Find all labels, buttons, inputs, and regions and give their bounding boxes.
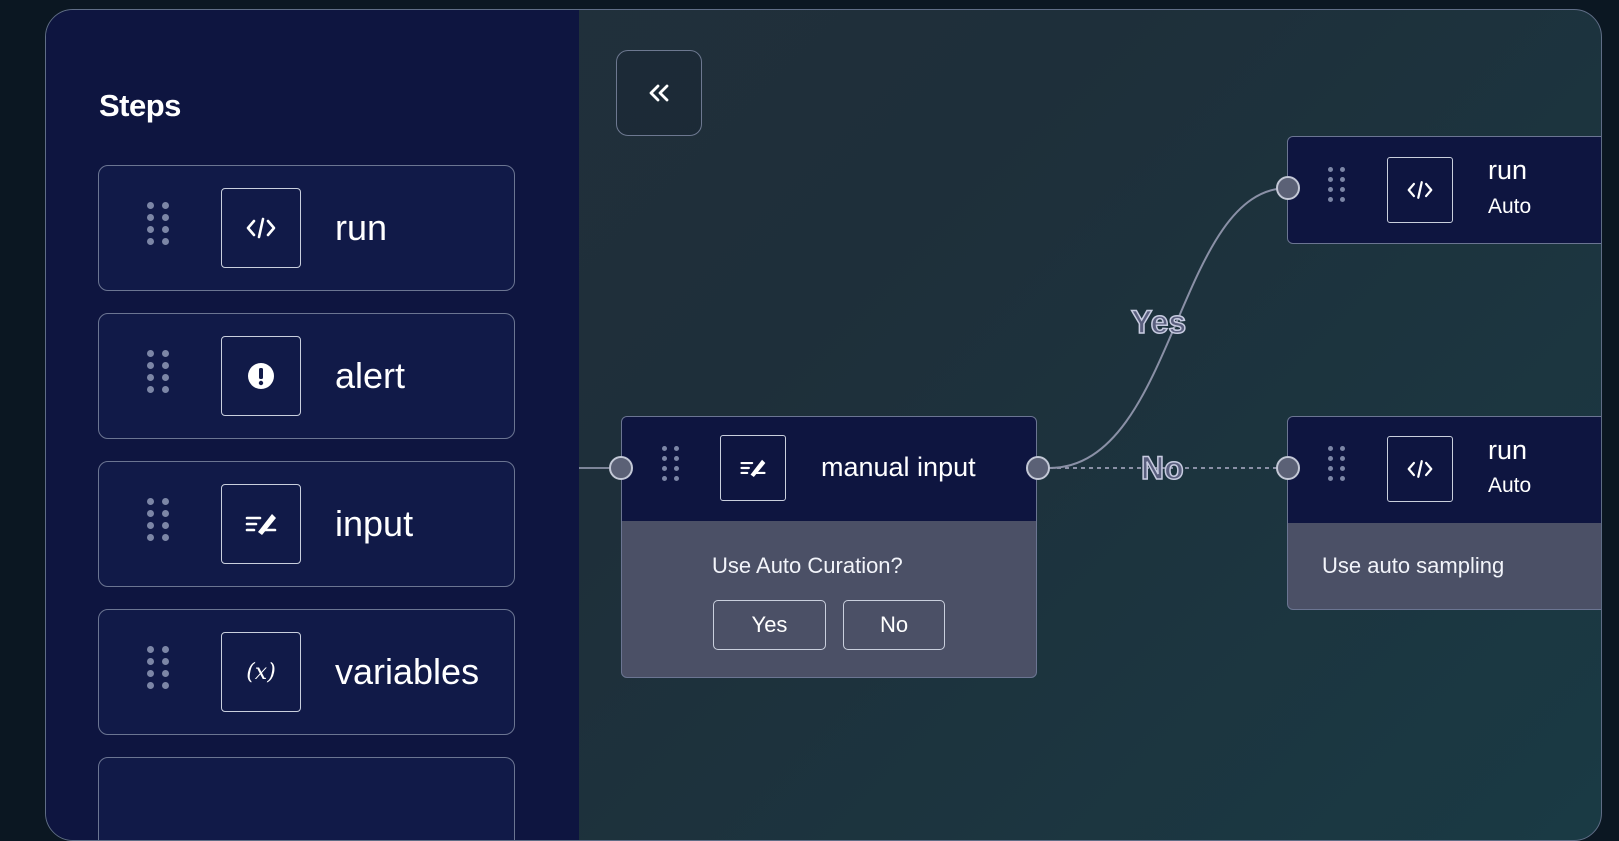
drag-handle-icon[interactable] bbox=[662, 446, 679, 481]
yes-edge-label: Yes bbox=[1130, 303, 1187, 341]
workflow-editor-window: Steps run alert input (x) variables manu… bbox=[45, 9, 1602, 841]
output-port[interactable] bbox=[1026, 456, 1050, 480]
input-port[interactable] bbox=[1276, 456, 1300, 480]
no-button[interactable]: No bbox=[843, 600, 945, 650]
node-title: manual input bbox=[821, 452, 976, 482]
node-header: manual input bbox=[622, 417, 1036, 521]
node-title: run bbox=[1488, 435, 1528, 465]
input-icon bbox=[720, 435, 786, 501]
run-node-top[interactable]: run Auto bbox=[1287, 136, 1601, 244]
no-edge-label: No bbox=[1140, 449, 1184, 487]
node-title: run bbox=[1488, 155, 1528, 185]
manual-input-node[interactable]: manual input Use Auto Curation? Yes No bbox=[621, 416, 1037, 678]
node-body-text: Use auto sampling bbox=[1322, 553, 1505, 578]
run-node-bottom[interactable]: run Auto Use auto sampling bbox=[1287, 416, 1601, 610]
drag-handle-icon[interactable] bbox=[1328, 446, 1345, 481]
node-question: Use Auto Curation? bbox=[712, 553, 903, 578]
node-header: run Auto bbox=[1288, 137, 1601, 243]
code-icon bbox=[1387, 157, 1453, 223]
drag-handle-icon[interactable] bbox=[1328, 167, 1345, 202]
node-header: run Auto bbox=[1288, 417, 1601, 523]
node-subtitle: Auto bbox=[1488, 195, 1532, 218]
node-subtitle: Auto bbox=[1488, 474, 1532, 497]
input-port[interactable] bbox=[1276, 176, 1300, 200]
input-port[interactable] bbox=[609, 456, 633, 480]
code-icon bbox=[1387, 436, 1453, 502]
yes-button[interactable]: Yes bbox=[713, 600, 826, 650]
connections bbox=[579, 187, 1289, 469]
